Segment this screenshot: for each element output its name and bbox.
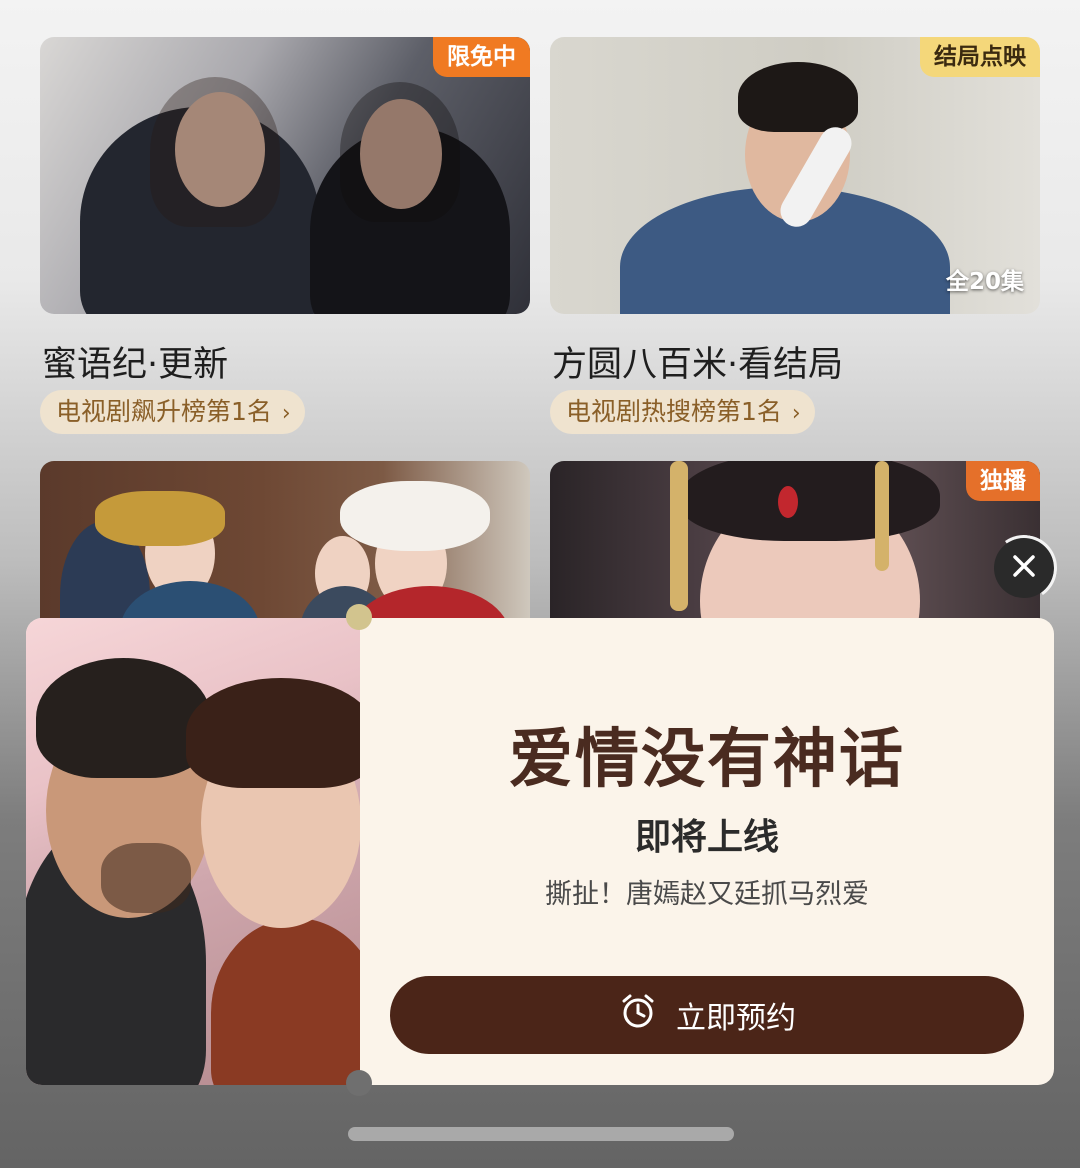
popup-title: 爱情没有神话 — [509, 723, 905, 797]
drama-card-1[interactable]: 限免中 — [40, 37, 530, 314]
rank-badge-1[interactable]: 电视剧飙升榜第1名 › — [40, 390, 305, 434]
alarm-clock-icon — [618, 991, 676, 1039]
drama-card-2[interactable]: 结局点映 全20集 — [550, 37, 1040, 314]
drama-thumbnail-1 — [40, 37, 530, 314]
drama-title-1[interactable]: 蜜语纪·更新 — [42, 336, 228, 387]
exclusive-badge: 独播 — [966, 461, 1040, 501]
episode-count: 全20集 — [945, 269, 1024, 295]
rank-badge-2[interactable]: 电视剧热搜榜第1名 › — [550, 390, 815, 434]
finale-badge: 结局点映 — [920, 37, 1040, 77]
reservation-popup: 爱情没有神话 即将上线 撕扯！唐嫣赵又廷抓马烈爱 立即预约 — [26, 618, 1054, 1085]
chevron-right-icon: › — [791, 401, 801, 426]
scroll-indicator-dot — [346, 604, 372, 630]
home-indicator[interactable] — [348, 1127, 734, 1141]
rank-label-1: 电视剧飙升榜第1名 — [56, 397, 272, 426]
chevron-right-icon: › — [281, 401, 291, 426]
rank-label-2: 电视剧热搜榜第1名 — [566, 397, 782, 426]
drama-title-2[interactable]: 方圆八百米·看结局 — [552, 336, 843, 387]
free-badge: 限免中 — [433, 37, 530, 77]
reserve-button[interactable]: 立即预约 — [390, 976, 1024, 1054]
popup-description: 撕扯！唐嫣赵又廷抓马烈爱 — [545, 879, 869, 910]
close-button[interactable] — [985, 529, 1063, 607]
scroll-indicator-dot — [346, 1070, 372, 1096]
popup-subtitle: 即将上线 — [634, 817, 779, 858]
poster-image — [26, 618, 360, 1085]
reserve-button-label: 立即预约 — [676, 1001, 796, 1036]
